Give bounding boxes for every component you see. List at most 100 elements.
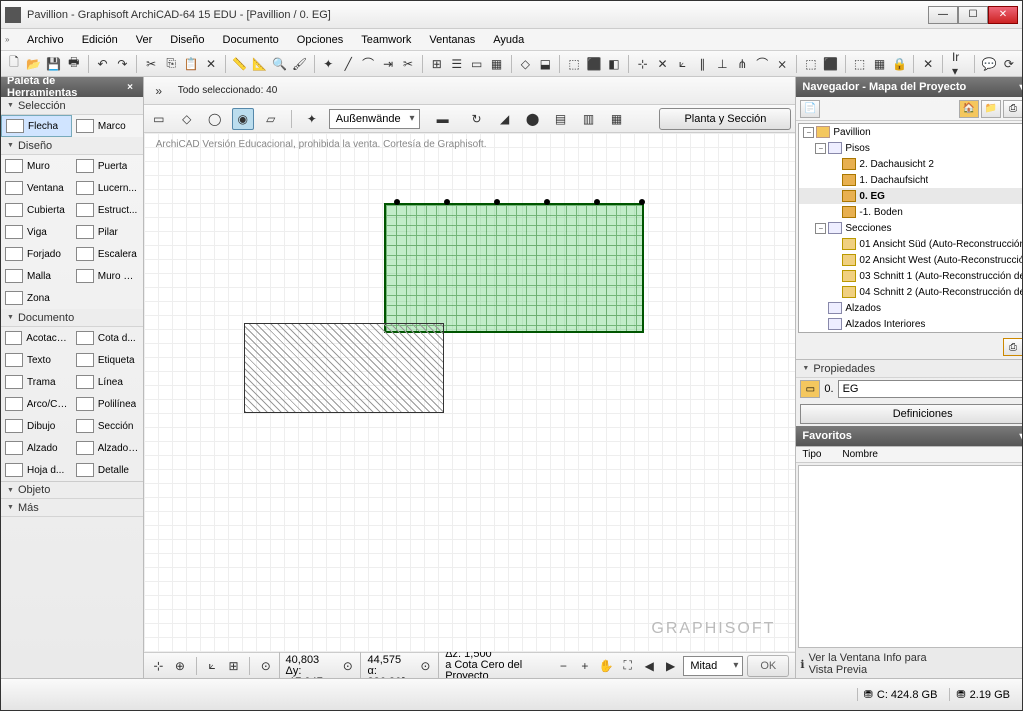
- ok-button[interactable]: OK: [747, 655, 789, 677]
- tool-arco[interactable]: Arco/Cí...: [1, 393, 72, 415]
- origin-icon[interactable]: ⊙: [257, 655, 274, 677]
- tree-item[interactable]: 0. EG: [799, 188, 1022, 204]
- mode-d-icon[interactable]: ▥: [578, 108, 600, 130]
- paint-icon[interactable]: 🖌: [291, 53, 309, 75]
- tool-alzado-interior[interactable]: Alzado ...: [72, 437, 143, 459]
- section-mas[interactable]: Más: [1, 499, 143, 517]
- zoom-next-icon[interactable]: ▶: [662, 655, 679, 677]
- offset-icon[interactable]: ⇥: [379, 53, 397, 75]
- tree-expand-icon[interactable]: −: [803, 127, 814, 138]
- tree-item[interactable]: 04 Schnitt 2 (Auto-Reconstrucción del Mo: [799, 284, 1022, 300]
- wand-2-icon[interactable]: ✦: [301, 108, 323, 130]
- tool-acotacion[interactable]: Acotación: [1, 327, 72, 349]
- zoom-out-icon[interactable]: −: [555, 655, 572, 677]
- refresh-icon[interactable]: ⟳: [1000, 53, 1018, 75]
- snap-toggle-icon[interactable]: ⊹: [150, 655, 167, 677]
- view-e-icon[interactable]: ⬚: [802, 53, 820, 75]
- tree-item[interactable]: 01 Ansicht Süd (Auto-Reconstrucción del: [799, 236, 1022, 252]
- menu-teamwork[interactable]: Teamwork: [353, 32, 419, 48]
- new-view-icon[interactable]: ⎙: [1003, 338, 1022, 356]
- zoom-prev-icon[interactable]: ◀: [640, 655, 657, 677]
- tool-cota-nivel[interactable]: Cota d...: [72, 327, 143, 349]
- angle-icon[interactable]: ⟀: [674, 53, 692, 75]
- section-diseno[interactable]: Diseño: [1, 137, 143, 155]
- new-icon[interactable]: 🗋: [5, 53, 23, 75]
- favorites-collapse-icon[interactable]: ▾: [1015, 431, 1022, 442]
- nav-project-map-icon[interactable]: 📄: [800, 100, 820, 118]
- tool-cubierta[interactable]: Cubierta: [1, 199, 72, 221]
- tangent-icon[interactable]: ⌒: [753, 53, 771, 75]
- tool-texto[interactable]: Texto: [1, 349, 72, 371]
- open-icon[interactable]: 📂: [25, 53, 43, 75]
- tool-etiqueta[interactable]: Etiqueta: [72, 349, 143, 371]
- arc-mode-icon[interactable]: ↻: [466, 108, 488, 130]
- tree-item[interactable]: Alzados: [799, 300, 1022, 316]
- section-icon[interactable]: ⬓: [536, 53, 554, 75]
- undo-icon[interactable]: ↶: [94, 53, 112, 75]
- tree-item[interactable]: −Pisos: [799, 140, 1022, 156]
- zoom-scale-combo[interactable]: Mitad: [683, 656, 743, 676]
- arc-tool-icon[interactable]: ⌒: [359, 53, 377, 75]
- tool-alzado[interactable]: Alzado: [1, 437, 72, 459]
- pan-icon[interactable]: ✋: [598, 655, 615, 677]
- snap-icon[interactable]: ⊹: [634, 53, 652, 75]
- tree-item[interactable]: 03 Schnitt 1 (Auto-Reconstrucción del Mo: [799, 268, 1022, 284]
- chat-icon[interactable]: 💬: [980, 53, 998, 75]
- menu-ventanas[interactable]: Ventanas: [421, 32, 483, 48]
- menu-opciones[interactable]: Opciones: [289, 32, 351, 48]
- maximize-button[interactable]: ☐: [958, 6, 988, 24]
- menu-archivo[interactable]: Archivo: [19, 32, 72, 48]
- tree-item[interactable]: 2. Dachausicht 2: [799, 156, 1022, 172]
- nav-view-map-icon[interactable]: 🏠: [959, 100, 979, 118]
- story-name-input[interactable]: [838, 380, 1022, 398]
- grid-snap2-icon[interactable]: ⊞: [225, 655, 242, 677]
- nav-publisher-icon[interactable]: ⎙: [1003, 100, 1022, 118]
- grid-snap-icon[interactable]: ⊞: [428, 53, 446, 75]
- tool-b-icon[interactable]: ⬛: [585, 53, 603, 75]
- plot-icon[interactable]: 🖶: [65, 53, 83, 75]
- tool-viga[interactable]: Viga: [1, 221, 72, 243]
- geometry-e-icon[interactable]: ▱: [260, 108, 282, 130]
- tool-trama[interactable]: Trama: [1, 371, 72, 393]
- tool-malla[interactable]: Malla: [1, 265, 72, 287]
- project-tree[interactable]: −Pavillion−Pisos2. Dachausicht 21. Dacha…: [798, 123, 1022, 333]
- tool-estructura[interactable]: Estruct...: [72, 199, 143, 221]
- bisect-icon[interactable]: ⋔: [733, 53, 751, 75]
- favorites-title-bar[interactable]: Favoritos ▾ ×: [796, 426, 1022, 446]
- origin2-icon[interactable]: ⊙: [339, 655, 356, 677]
- definitions-button[interactable]: Definiciones: [800, 404, 1022, 424]
- copy-icon[interactable]: ⎘: [162, 53, 180, 75]
- tool-muro[interactable]: Muro: [1, 155, 72, 177]
- favorites-list[interactable]: [798, 465, 1022, 648]
- perp-icon[interactable]: ⊥: [713, 53, 731, 75]
- menu-ayuda[interactable]: Ayuda: [485, 32, 532, 48]
- origin3-icon[interactable]: ⊙: [417, 655, 434, 677]
- drawing-canvas[interactable]: ArchiCAD Versión Educacional, prohibida …: [144, 133, 796, 652]
- lock-icon[interactable]: 🔒: [890, 53, 908, 75]
- tool-seccion[interactable]: Sección: [72, 415, 143, 437]
- tree-item[interactable]: −Pavillion: [799, 124, 1022, 140]
- parallel-icon[interactable]: ∥: [693, 53, 711, 75]
- cut-icon[interactable]: ✂: [142, 53, 160, 75]
- menu-edicion[interactable]: Edición: [74, 32, 126, 48]
- paste-icon[interactable]: 📋: [182, 53, 200, 75]
- tool-zona[interactable]: Zona: [1, 287, 72, 309]
- view-3d-icon[interactable]: ◇: [516, 53, 534, 75]
- delete-icon[interactable]: ✕: [202, 53, 220, 75]
- tool-forjado[interactable]: Forjado: [1, 243, 72, 265]
- tool-detalle[interactable]: Detalle: [72, 459, 143, 481]
- angle-snap-icon[interactable]: ⟀: [203, 655, 220, 677]
- tool-muro-cortina[interactable]: Muro C...: [72, 265, 143, 287]
- mode-a-icon[interactable]: ◢: [494, 108, 516, 130]
- measure-icon[interactable]: 📏: [231, 53, 249, 75]
- section-objeto[interactable]: Objeto: [1, 481, 143, 499]
- menu-chevron-icon[interactable]: »: [5, 35, 17, 44]
- layer-combo[interactable]: Außenwände: [329, 109, 420, 129]
- layers-icon[interactable]: ☰: [448, 53, 466, 75]
- pin-icon[interactable]: »: [148, 80, 170, 102]
- line-tool-icon[interactable]: ╱: [339, 53, 357, 75]
- tool-escalera[interactable]: Escalera: [72, 243, 143, 265]
- tree-item[interactable]: Hojas de Trabajo: [799, 332, 1022, 333]
- trim-icon[interactable]: ✂: [399, 53, 417, 75]
- tool-lucernario[interactable]: Lucern...: [72, 177, 143, 199]
